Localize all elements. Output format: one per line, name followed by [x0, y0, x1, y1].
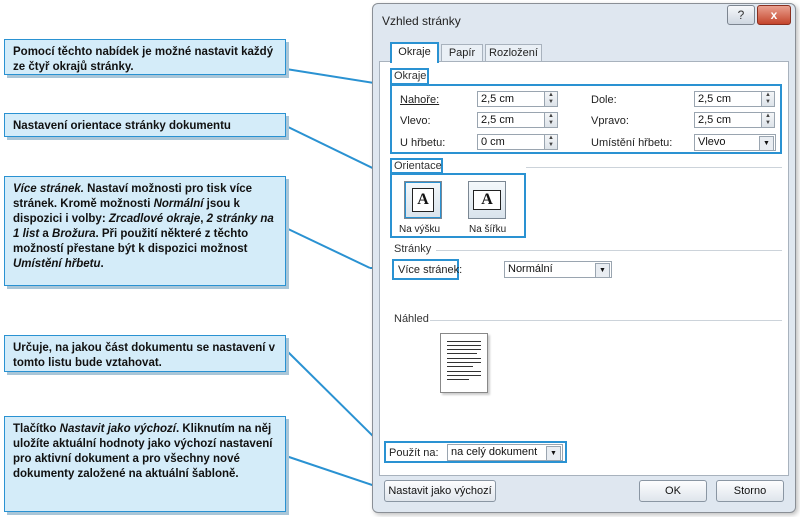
- close-button[interactable]: x: [757, 5, 791, 25]
- preview-section-title: Náhled: [394, 313, 429, 325]
- chevron-down-icon: ▼: [595, 263, 610, 278]
- left-margin-spinner[interactable]: ▲ ▼: [544, 112, 558, 128]
- callout-margins-text: Pomocí těchto nabídek je možné nastavit …: [13, 46, 274, 73]
- pages-divider: [436, 250, 782, 251]
- portrait-orientation-button[interactable]: A: [404, 181, 442, 219]
- margins-section-title: Okraje: [394, 70, 427, 82]
- orientation-section-title: Orientace: [394, 160, 442, 172]
- top-margin-label: Nahoře:: [400, 93, 439, 107]
- callout-mp-gutter: Umístění hřbetu: [13, 258, 101, 270]
- gutter-label: U hřbetu:: [400, 137, 446, 149]
- multiple-pages-select[interactable]: Normální ▼: [504, 261, 612, 278]
- gutter-position-label: Umístění hřbetu:: [591, 137, 673, 149]
- ok-button[interactable]: OK: [639, 480, 707, 502]
- chevron-down-icon: ▼: [546, 446, 561, 461]
- preview-divider: [430, 320, 782, 321]
- multiple-pages-label: Více stránek:: [398, 264, 463, 276]
- top-margin-label-text: Nahoře:: [400, 94, 440, 106]
- callout-mp-and: a: [39, 228, 53, 240]
- dialog-title: Vzhled stránky: [382, 14, 461, 28]
- gutter-position-select[interactable]: Vlevo ▼: [694, 134, 776, 151]
- portrait-label: Na výšku: [399, 224, 441, 235]
- portrait-icon: A: [412, 188, 434, 212]
- tab-paper[interactable]: Papír: [441, 44, 483, 62]
- callout-apply-text: Určuje, na jakou část dokumentu se nasta…: [13, 342, 276, 369]
- left-margin-label: Vlevo:: [400, 115, 431, 127]
- gutter-field[interactable]: 0 cm: [477, 134, 545, 150]
- cancel-button[interactable]: Storno: [716, 480, 784, 502]
- page-preview-thumbnail: [440, 333, 488, 393]
- bottom-margin-field[interactable]: 2,5 cm: [694, 91, 762, 107]
- apply-to-label: Použít na:: [389, 447, 439, 459]
- landscape-label: Na šířku: [469, 224, 507, 235]
- callout-multiple-pages: Více stránek. Nastaví možnosti pro tisk …: [4, 176, 286, 286]
- chevron-down-icon: ▼: [759, 136, 774, 151]
- right-margin-label: Vpravo:: [591, 115, 629, 127]
- callout-def-term: Nastavit jako výchozí: [59, 423, 176, 435]
- callout-def-text1: Tlačítko: [13, 423, 60, 435]
- callout-mp-dot: .: [100, 258, 104, 270]
- tab-margins[interactable]: Okraje: [390, 42, 439, 63]
- callout-margins: Pomocí těchto nabídek je možné nastavit …: [4, 39, 286, 75]
- callout-apply-to: Určuje, na jakou část dokumentu se nasta…: [4, 335, 286, 372]
- callout-orientation-text: Nastavení orientace stránky dokumentu: [13, 120, 231, 132]
- callout-mp-booklet: Brožura: [52, 228, 96, 240]
- landscape-orientation-button[interactable]: A: [468, 181, 506, 219]
- gutter-spinner[interactable]: ▲ ▼: [544, 134, 558, 150]
- gutter-position-value: Vlevo: [698, 136, 726, 148]
- right-margin-spinner[interactable]: ▲ ▼: [761, 112, 775, 128]
- right-margin-field[interactable]: 2,5 cm: [694, 112, 762, 128]
- landscape-icon: A: [473, 190, 501, 210]
- callout-orientation: Nastavení orientace stránky dokumentu: [4, 113, 286, 137]
- callout-mp-term: Více stránek.: [13, 183, 84, 195]
- top-margin-field[interactable]: 2,5 cm: [477, 91, 545, 107]
- apply-to-value: na celý dokument: [451, 446, 538, 458]
- bottom-margin-label: Dole:: [591, 94, 617, 106]
- apply-to-select[interactable]: na celý dokument ▼: [447, 444, 563, 461]
- bottom-margin-spinner[interactable]: ▲ ▼: [761, 91, 775, 107]
- set-as-default-button[interactable]: Nastavit jako výchozí: [384, 480, 496, 502]
- top-margin-spinner[interactable]: ▲ ▼: [544, 91, 558, 107]
- callout-set-default: Tlačítko Nastavit jako výchozí. Kliknutí…: [4, 416, 286, 512]
- orientation-divider: [526, 167, 782, 168]
- callout-mp-normal: Normální: [153, 198, 204, 210]
- tab-layout[interactable]: Rozložení: [485, 44, 542, 62]
- multiple-pages-value: Normální: [508, 263, 553, 275]
- pages-section-title: Stránky: [394, 243, 432, 255]
- callout-mp-mirror: Zrcadlové okraje: [108, 213, 201, 225]
- help-button[interactable]: ?: [727, 5, 755, 25]
- left-margin-field[interactable]: 2,5 cm: [477, 112, 545, 128]
